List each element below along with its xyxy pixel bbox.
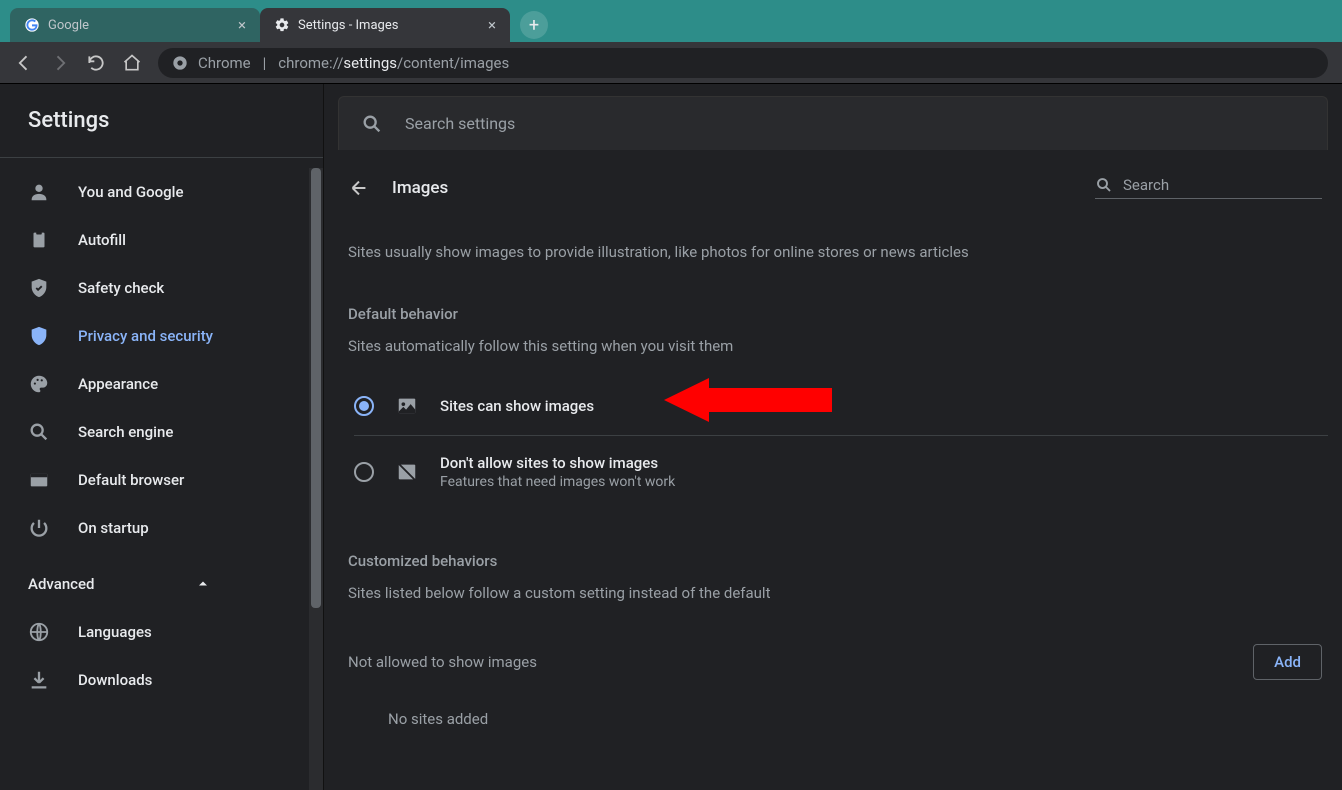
- divider: |: [263, 54, 267, 72]
- radio-sites-can-show-images[interactable]: Sites can show images: [354, 377, 1328, 436]
- sidebar-item-autofill[interactable]: Autofill: [0, 216, 309, 264]
- settings-sidebar: Settings You and Google Autofill Safety …: [0, 84, 324, 790]
- add-button[interactable]: Add: [1253, 644, 1322, 680]
- radio-dont-allow-images[interactable]: Don't allow sites to show images Feature…: [354, 436, 1328, 508]
- tab-title: Settings - Images: [298, 18, 398, 33]
- radio-icon: [354, 396, 374, 416]
- close-icon[interactable]: ×: [238, 16, 246, 34]
- radio-group-default-behavior: Sites can show images Don't allow sites …: [348, 377, 1328, 508]
- sidebar-item-on-startup[interactable]: On startup: [0, 504, 309, 552]
- radio-icon: [354, 462, 374, 482]
- address-bar[interactable]: Chrome | chrome://settings/content/image…: [158, 48, 1328, 78]
- back-arrow-icon[interactable]: [348, 177, 370, 199]
- sidebar-scrollbar[interactable]: [309, 168, 323, 790]
- sidebar-item-downloads[interactable]: Downloads: [0, 656, 309, 704]
- page-title: Settings: [0, 84, 323, 158]
- home-icon[interactable]: [122, 53, 142, 73]
- settings-search-input[interactable]: [405, 114, 1305, 133]
- browser-tabstrip: Google × Settings - Images × +: [0, 0, 1342, 42]
- gear-icon: [274, 17, 290, 33]
- main-panel: Images Sites usually show images to prov…: [324, 84, 1342, 790]
- scrollbar-thumb[interactable]: [311, 168, 321, 608]
- section-title: Images: [392, 178, 448, 198]
- sidebar-item-default-browser[interactable]: Default browser: [0, 456, 309, 504]
- radio-label: Sites can show images: [440, 397, 594, 415]
- tab-settings-images[interactable]: Settings - Images ×: [260, 8, 510, 42]
- reload-icon[interactable]: [86, 53, 106, 73]
- sidebar-item-label: Autofill: [78, 231, 126, 249]
- globe-icon: [28, 621, 50, 643]
- url-text: chrome://settings/content/images: [278, 54, 509, 72]
- chrome-icon: [172, 55, 188, 71]
- search-icon: [361, 113, 383, 135]
- settings-search-bar[interactable]: [338, 96, 1328, 150]
- search-icon: [1095, 176, 1113, 194]
- sidebar-advanced-label: Advanced: [28, 575, 94, 593]
- new-tab-button[interactable]: +: [520, 11, 548, 39]
- power-icon: [28, 517, 50, 539]
- palette-icon: [28, 373, 50, 395]
- sidebar-item-search-engine[interactable]: Search engine: [0, 408, 309, 456]
- back-icon[interactable]: [14, 53, 34, 73]
- browser-icon: [28, 469, 50, 491]
- forward-icon: [50, 53, 70, 73]
- shield-check-icon: [28, 277, 50, 299]
- tab-google[interactable]: Google ×: [10, 8, 260, 42]
- image-icon: [396, 395, 418, 417]
- sidebar-item-label: On startup: [78, 519, 149, 537]
- sidebar-item-label: Downloads: [78, 671, 152, 689]
- image-off-icon: [396, 461, 418, 483]
- sidebar-advanced-toggle[interactable]: Advanced: [0, 560, 309, 608]
- close-icon[interactable]: ×: [488, 16, 496, 34]
- default-behavior-subtitle: Sites automatically follow this setting …: [348, 337, 1328, 355]
- sidebar-item-label: Safety check: [78, 279, 164, 297]
- sidebar-item-appearance[interactable]: Appearance: [0, 360, 309, 408]
- clipboard-icon: [28, 229, 50, 251]
- sidebar-item-safety-check[interactable]: Safety check: [0, 264, 309, 312]
- chevron-up-icon: [197, 578, 209, 590]
- customized-behaviors-subtitle: Sites listed below follow a custom setti…: [348, 584, 1328, 602]
- not-allowed-label: Not allowed to show images: [348, 653, 537, 671]
- radio-helper: Features that need images won't work: [440, 474, 675, 490]
- inline-search-input[interactable]: [1123, 176, 1322, 194]
- sidebar-item-you-and-google[interactable]: You and Google: [0, 168, 309, 216]
- download-icon: [28, 669, 50, 691]
- radio-label: Don't allow sites to show images: [440, 454, 675, 472]
- shield-icon: [28, 325, 50, 347]
- default-behavior-title: Default behavior: [348, 305, 1328, 323]
- sidebar-item-label: Default browser: [78, 471, 184, 489]
- inline-search[interactable]: [1095, 176, 1322, 199]
- google-favicon: [24, 17, 40, 33]
- tab-title: Google: [48, 18, 89, 33]
- browser-toolbar: Chrome | chrome://settings/content/image…: [0, 42, 1342, 84]
- customized-behaviors-title: Customized behaviors: [348, 552, 1328, 570]
- sidebar-item-label: Languages: [78, 623, 152, 641]
- url-scheme-label: Chrome: [198, 54, 251, 72]
- annotation-arrow-icon: [664, 375, 834, 425]
- sidebar-item-languages[interactable]: Languages: [0, 608, 309, 656]
- person-icon: [28, 181, 50, 203]
- sidebar-item-label: Privacy and security: [78, 327, 213, 345]
- search-icon: [28, 421, 50, 443]
- sidebar-item-label: Appearance: [78, 375, 158, 393]
- no-sites-text: No sites added: [388, 710, 1328, 728]
- sidebar-item-privacy-security[interactable]: Privacy and security: [0, 312, 309, 360]
- sidebar-item-label: You and Google: [78, 183, 183, 201]
- sidebar-item-label: Search engine: [78, 423, 173, 441]
- section-description: Sites usually show images to provide ill…: [348, 243, 1328, 261]
